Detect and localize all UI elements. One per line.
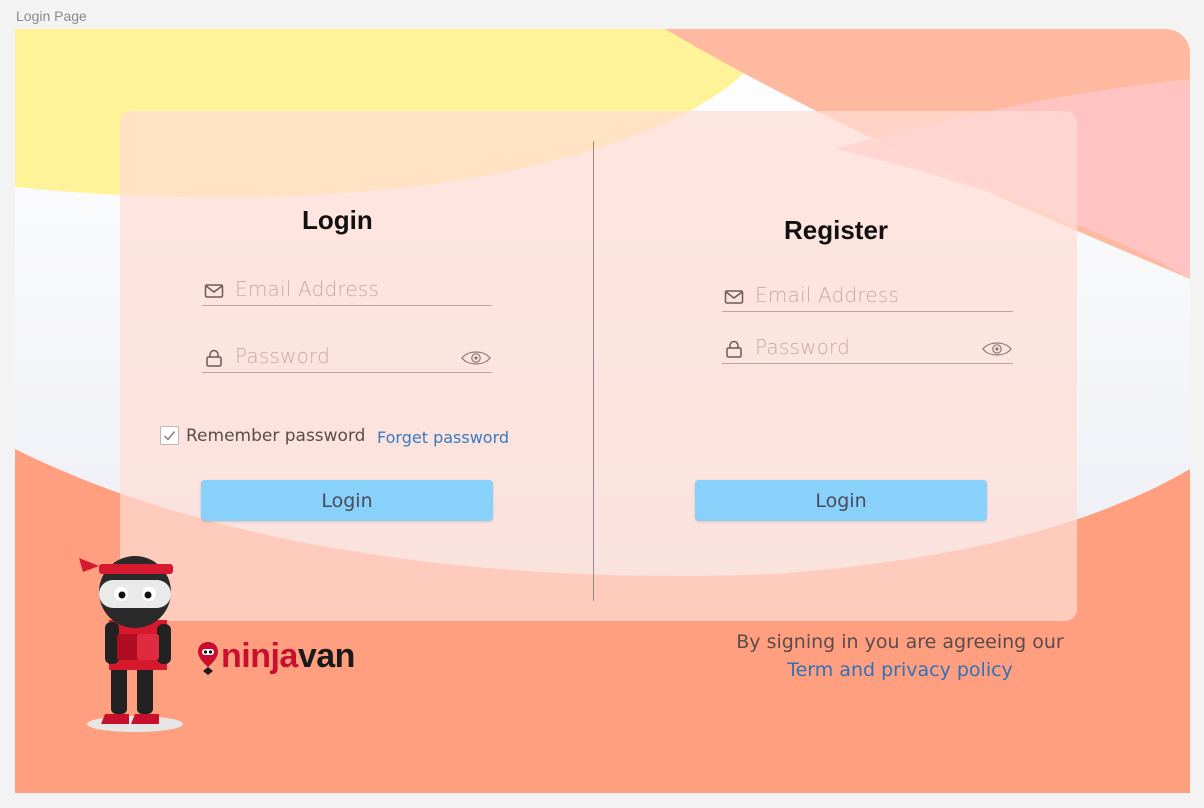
privacy-policy-link[interactable]: Term and privacy policy [735,659,1065,681]
frame-label: Login Page [16,8,87,24]
logo-text-ninja: ninja [221,637,298,675]
login-title: Login [302,205,373,235]
check-icon [164,431,176,441]
remember-checkbox[interactable] [160,426,179,445]
login-password-field[interactable]: Password [202,344,492,373]
mail-icon [724,290,744,304]
login-button[interactable]: Login [201,480,493,521]
register-password-placeholder: Password [755,335,851,359]
login-email-field[interactable]: Email Address [202,277,492,306]
card-divider [593,141,594,601]
register-email-field[interactable]: Email Address [722,283,1013,312]
register-title: Register [784,215,889,245]
agreement-text: By signing in you are agreeing our [736,631,1064,653]
login-email-placeholder: Email Address [235,277,380,301]
eye-icon[interactable] [981,339,1013,359]
login-page-frame: Login Email Address Password Remember pa… [15,29,1190,793]
eye-icon[interactable] [460,348,492,368]
ninjavan-logo-text: ninjavan [221,637,355,676]
login-password-placeholder: Password [235,344,331,368]
remember-password-label: Remember password [186,426,366,446]
pin-icon [198,642,218,675]
lock-icon [726,340,742,358]
logo-text-van: van [297,637,356,675]
forget-password-link[interactable]: Forget password [377,428,509,447]
mail-icon [204,284,224,298]
register-password-field[interactable]: Password [722,335,1013,364]
ninja-mascot-image [79,556,183,732]
register-button[interactable]: Login [695,480,987,521]
lock-icon [206,349,222,367]
register-email-placeholder: Email Address [755,283,900,307]
